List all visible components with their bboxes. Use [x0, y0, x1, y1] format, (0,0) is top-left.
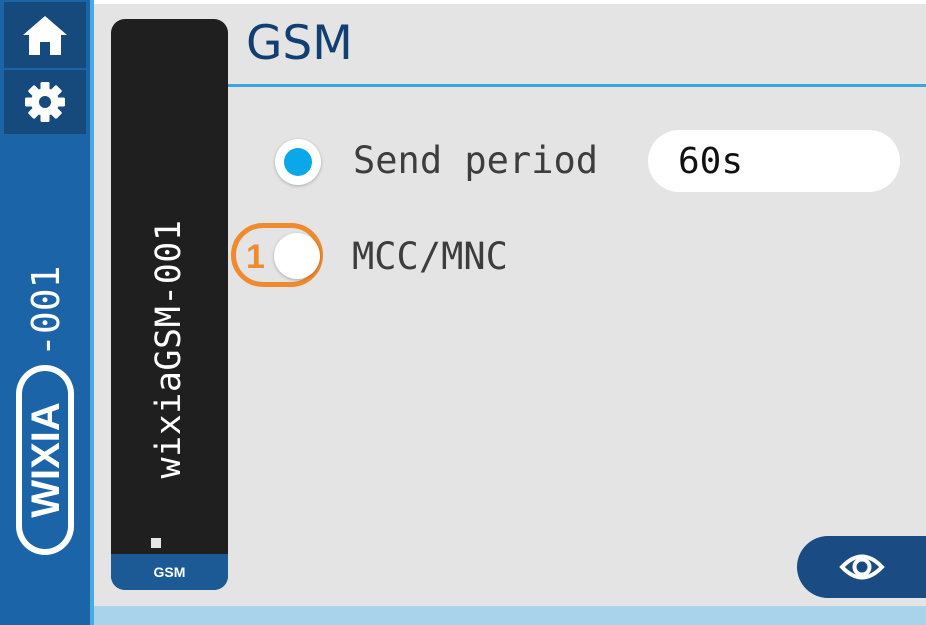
settings-button[interactable]	[4, 70, 86, 134]
title-divider	[228, 84, 926, 87]
view-button[interactable]	[797, 536, 926, 598]
gear-icon	[25, 82, 65, 122]
sidebar: WIXIA -001	[0, 0, 90, 625]
device-suffix: -001	[24, 265, 68, 357]
wixia-logo: WIXIA -001	[16, 265, 74, 555]
send-period-input[interactable]	[648, 130, 900, 192]
send-period-radio[interactable]	[275, 139, 321, 185]
radio-selected-dot	[284, 148, 312, 176]
home-icon	[23, 16, 67, 55]
eye-icon	[838, 554, 885, 580]
device-name: wixiaGSM-001	[149, 219, 189, 479]
device-card: wixiaGSM-001 GSM	[111, 19, 228, 590]
status-led	[151, 538, 161, 548]
page-title: GSM	[246, 16, 353, 71]
callout-number: 1	[246, 238, 265, 276]
send-period-label[interactable]: Send period	[353, 142, 598, 179]
device-footer-label: GSM	[111, 554, 228, 590]
bottom-strip	[94, 606, 926, 625]
mcc-mnc-label[interactable]: MCC/MNC	[352, 238, 508, 275]
home-button[interactable]	[4, 2, 86, 68]
mcc-mnc-radio[interactable]	[274, 233, 320, 279]
logo-text: WIXIA	[24, 402, 68, 518]
